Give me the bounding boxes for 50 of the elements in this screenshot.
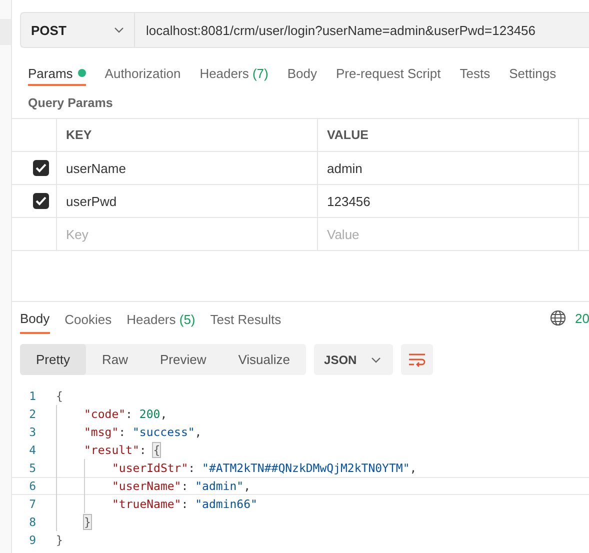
param-key[interactable]: userPwd (66, 194, 117, 208)
code-line: "userIdStr": "#ATM2kTN##QNzkDMwQjM2kTN0YTM", (112, 461, 417, 475)
section-title: Query Params (28, 96, 114, 110)
code-line: "msg": "success", (84, 425, 202, 439)
wrap-button[interactable] (400, 344, 433, 375)
line-number: 6 (28, 479, 37, 493)
request-tab[interactable]: Params (28, 58, 86, 86)
request-tab[interactable]: Headers (7) (200, 58, 268, 86)
code-line: "code": 200, (84, 407, 168, 421)
code-line: "trueName": "admin66" (112, 497, 258, 511)
line-number: 1 (28, 389, 37, 403)
param-value[interactable]: 123456 (327, 194, 370, 208)
response-tab[interactable]: Body (20, 302, 50, 334)
checkbox[interactable] (33, 193, 49, 209)
checkbox[interactable] (33, 160, 49, 176)
line-number: 9 (28, 533, 37, 547)
chevron-down-icon (370, 356, 381, 362)
param-key[interactable]: userName (66, 160, 126, 176)
wrap-lines-icon (408, 352, 426, 366)
key-input[interactable]: Key (66, 226, 186, 242)
param-value[interactable]: admin (327, 160, 362, 176)
code-line: { (56, 389, 63, 403)
line-number: 8 (28, 515, 37, 529)
value-input[interactable]: Value (327, 226, 447, 242)
line-number: 5 (28, 461, 37, 475)
request-tab[interactable]: Authorization (104, 58, 181, 86)
line-number: 3 (28, 425, 37, 439)
request-tab[interactable]: Body (287, 58, 317, 86)
response-tab[interactable]: Headers (5) (126, 302, 196, 334)
column-header: KEY (57, 119, 318, 151)
view-mode-tab[interactable]: Raw (86, 344, 144, 375)
globe-icon[interactable] (550, 310, 566, 326)
status-dot (78, 69, 86, 77)
code-line: "userName": "admin", (112, 479, 251, 493)
request-tab[interactable]: Tests (460, 58, 490, 86)
line-number: 2 (28, 407, 37, 421)
view-mode-tab[interactable]: Pretty (20, 344, 86, 375)
request-tab[interactable]: Pre-request Script (336, 58, 441, 86)
code-line: } (56, 533, 63, 547)
view-mode-tab[interactable]: Visualize (222, 344, 306, 375)
response-tab[interactable]: Test Results (210, 302, 282, 334)
column-header: VALUE (318, 119, 579, 151)
view-mode-tab[interactable]: Preview (144, 344, 222, 375)
line-number: 7 (28, 497, 37, 511)
code-line: "result": { (84, 443, 160, 457)
request-tab[interactable]: Settings (509, 58, 556, 86)
line-number: 4 (28, 443, 37, 457)
format-dropdown[interactable]: JSON (314, 344, 393, 375)
response-tab[interactable]: Cookies (64, 302, 112, 334)
status-code: 20 (575, 310, 589, 326)
